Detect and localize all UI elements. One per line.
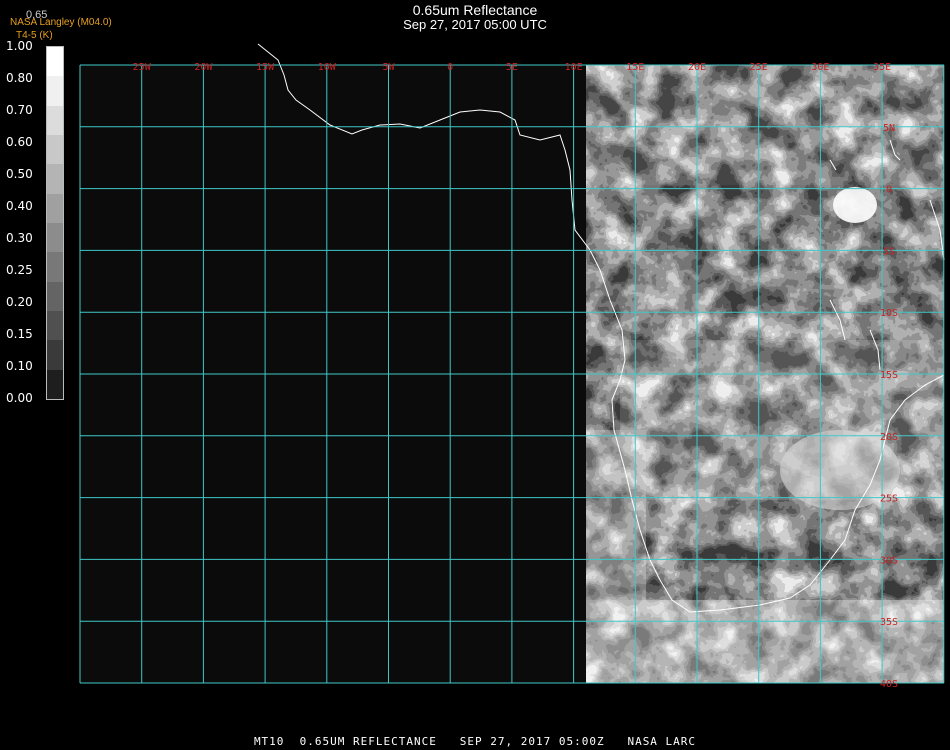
latitude-label: 40S	[880, 679, 898, 690]
footer-caption: MT10 0.65UM REFLECTANCE SEP 27, 2017 05:…	[253, 735, 697, 748]
latitude-label: 5S	[883, 246, 895, 257]
colorbar-tick-label: 0.60	[6, 135, 33, 149]
colorbar-tick-label: 0.00	[6, 391, 33, 405]
colorbar-swatch	[47, 134, 63, 165]
colorbar-tick-label: 0.80	[6, 71, 33, 85]
colorbar-tick-label: 0.10	[6, 359, 33, 373]
colorbar-swatch	[47, 252, 63, 282]
longitude-label: 5W	[382, 62, 395, 73]
colorbar-swatch	[47, 369, 63, 399]
colorbar-tick-label: 0.50	[6, 167, 33, 181]
longitude-label: 20E	[688, 62, 706, 73]
longitude-label: 35E	[873, 62, 891, 73]
longitude-label: 15W	[256, 62, 275, 73]
latitude-label: 0	[886, 185, 892, 196]
colorbar-tick-label: 0.40	[6, 199, 33, 213]
latitude-label: 20S	[880, 432, 898, 443]
colorbar-swatch	[47, 340, 63, 370]
colorbar-swatch	[47, 105, 63, 135]
latitude-label: 10S	[880, 308, 898, 319]
colorbar-tick-label: 0.25	[6, 263, 33, 277]
longitude-label: 10E	[565, 62, 583, 73]
colorbar-swatch	[47, 310, 63, 341]
credit-label: NASA Langley (M04.0)	[10, 17, 112, 28]
longitude-label: 20W	[194, 62, 213, 73]
colorbar	[46, 46, 64, 400]
page-title: 0.65um Reflectance	[412, 2, 538, 18]
longitude-label: 5E	[506, 62, 518, 73]
longitude-label: 10W	[318, 62, 337, 73]
longitude-label: 15E	[626, 62, 644, 73]
latitude-label: 35S	[880, 617, 898, 628]
colorbar-swatch	[47, 193, 63, 223]
longitude-label: 0	[447, 62, 453, 73]
latitude-label: 15S	[880, 370, 898, 381]
satellite-map: 25W 20W 15W 10W 5W 0 5E 10E 15E 20E 25E 30E 35E 5N 0 5S…	[79, 43, 945, 690]
colorbar-swatch	[47, 164, 63, 194]
colorbar-swatch	[47, 76, 63, 106]
latitude-label: 25S	[880, 494, 898, 505]
longitude-label: 25W	[133, 62, 152, 73]
longitude-label: 25E	[750, 62, 768, 73]
colorbar-swatch	[47, 281, 63, 311]
colorbar-tick-label: 0.20	[6, 295, 33, 309]
colorbar-tick-label: 0.30	[6, 231, 33, 245]
colorbar-tick-label: 0.70	[6, 103, 33, 117]
observation-datetime: Sep 27, 2017 05:00 UTC	[403, 17, 547, 32]
colorbar-tick-label: 1.00	[6, 39, 33, 53]
latitude-label: 5N	[883, 123, 895, 134]
colorbar-swatch	[47, 47, 63, 77]
colorbar-tick-label: 0.15	[6, 327, 33, 341]
colorbar-swatch	[47, 222, 63, 253]
latitude-label: 30S	[880, 555, 898, 566]
longitude-label: 30E	[811, 62, 829, 73]
